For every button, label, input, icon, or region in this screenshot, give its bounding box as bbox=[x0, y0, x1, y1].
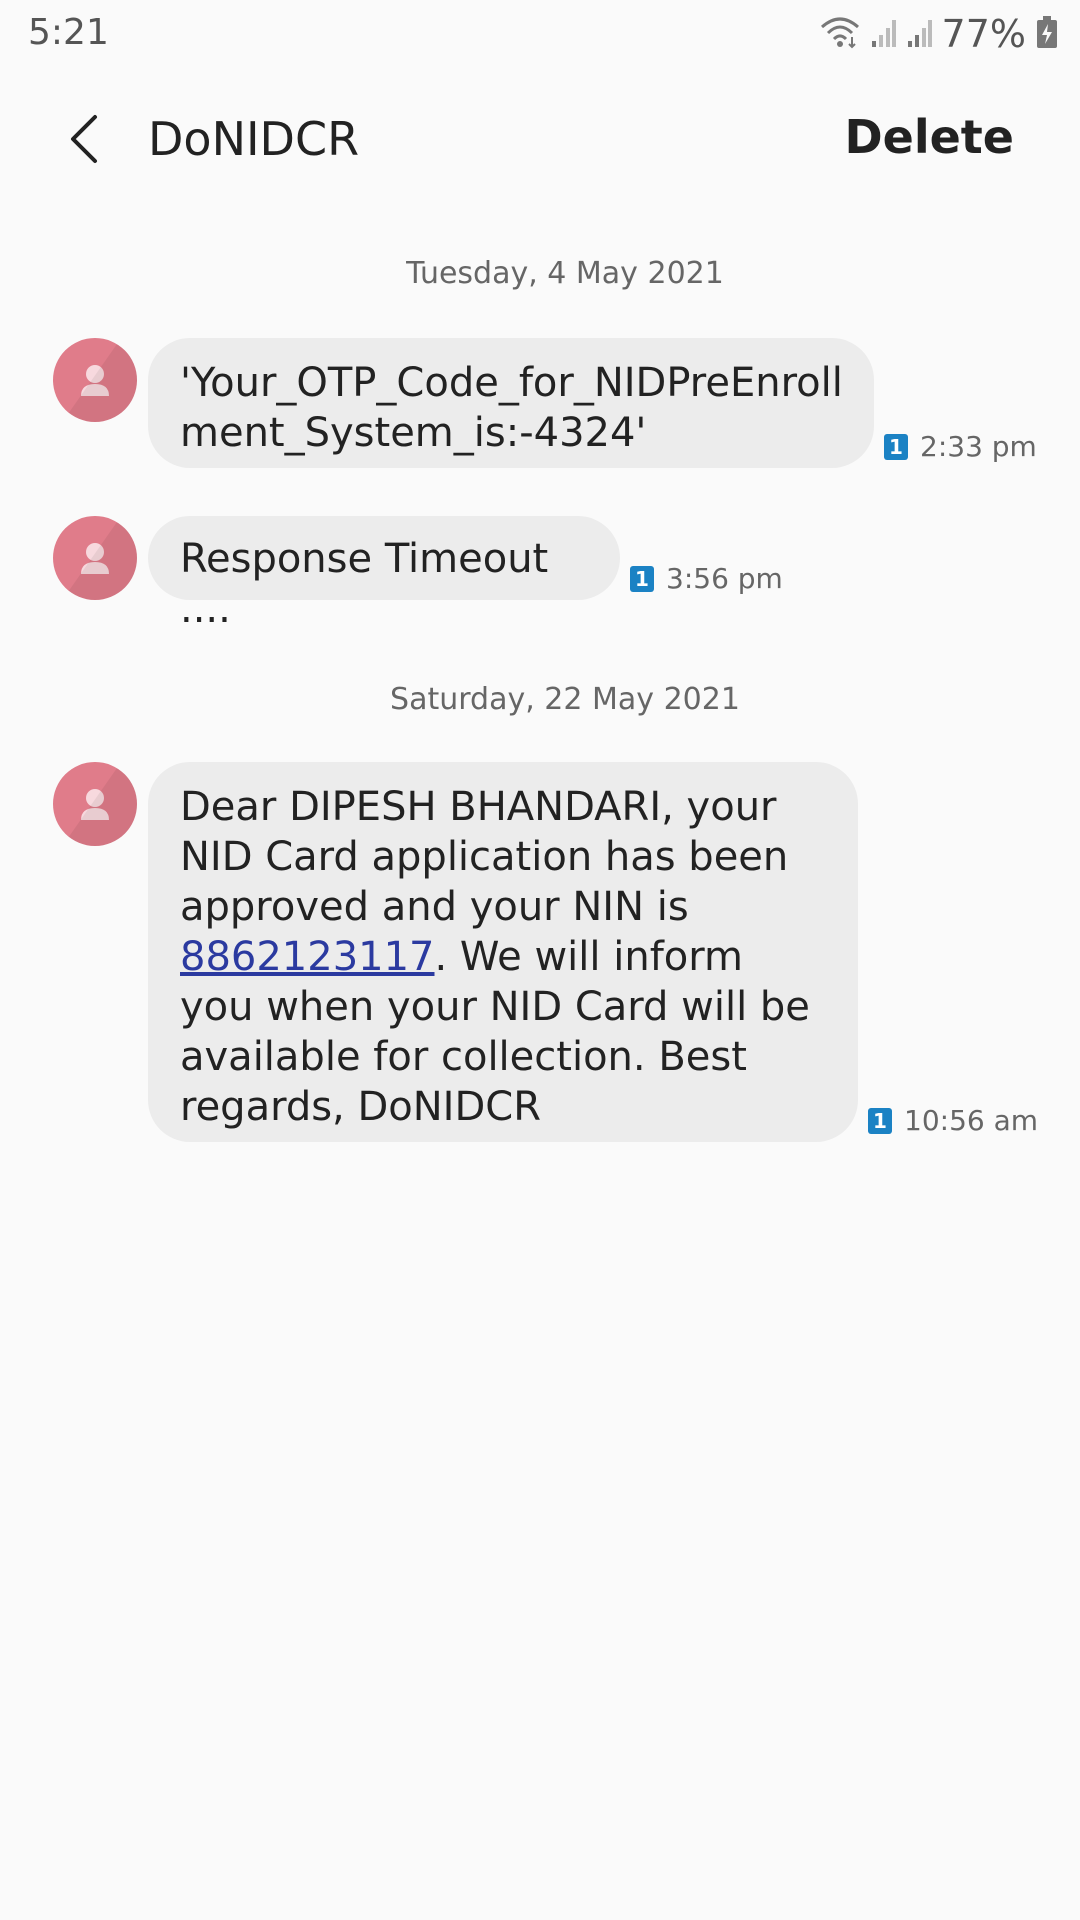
message-text-part: Dear DIPESH BHANDARI, your NID Card appl… bbox=[180, 784, 789, 930]
sender-avatar[interactable] bbox=[53, 762, 137, 846]
sender-avatar[interactable] bbox=[53, 338, 137, 422]
date-separator: Tuesday, 4 May 2021 bbox=[406, 256, 724, 291]
nin-number-link[interactable]: 8862123117 bbox=[180, 934, 435, 980]
sender-avatar[interactable] bbox=[53, 516, 137, 600]
person-icon bbox=[81, 543, 109, 574]
date-separator: Saturday, 22 May 2021 bbox=[390, 682, 740, 717]
person-icon bbox=[81, 365, 109, 396]
person-icon bbox=[81, 789, 109, 820]
app-bar: DoNIDCR Delete bbox=[0, 90, 1080, 190]
status-icons: 77% bbox=[820, 12, 1058, 56]
wifi-icon bbox=[820, 15, 860, 53]
message-bubble[interactable]: 'Your_OTP_Code_for_NIDPreEnroll ment_Sys… bbox=[148, 338, 874, 468]
status-bar: 5:21 77% bbox=[0, 0, 1080, 66]
message-meta: 1 3:56 pm bbox=[630, 562, 783, 595]
message-time: 2:33 pm bbox=[920, 430, 1037, 463]
message-text: 'Your_OTP_Code_for_NIDPreEnroll ment_Sys… bbox=[180, 360, 843, 456]
signal-2-icon bbox=[906, 15, 932, 53]
message-meta: 1 2:33 pm bbox=[884, 430, 1037, 463]
battery-percent: 77% bbox=[941, 12, 1026, 56]
message-time: 3:56 pm bbox=[666, 562, 783, 595]
message-time: 10:56 am bbox=[904, 1104, 1039, 1137]
sim-1-icon: 1 bbox=[884, 433, 908, 460]
back-button[interactable] bbox=[52, 108, 118, 174]
message-text: Response Timeout .... bbox=[180, 536, 561, 632]
message-meta: 1 10:56 am bbox=[868, 1104, 1038, 1137]
back-arrow-icon bbox=[65, 113, 105, 169]
sim-1-icon: 1 bbox=[868, 1107, 892, 1134]
message-text: Dear DIPESH BHANDARI, your NID Card appl… bbox=[180, 784, 810, 1130]
battery-charging-icon bbox=[1036, 15, 1058, 53]
status-time: 5:21 bbox=[28, 12, 109, 53]
delete-button[interactable]: Delete bbox=[844, 110, 1014, 164]
message-bubble[interactable]: Dear DIPESH BHANDARI, your NID Card appl… bbox=[148, 762, 858, 1142]
signal-1-icon bbox=[870, 15, 896, 53]
conversation-title: DoNIDCR bbox=[148, 112, 360, 166]
sim-1-icon: 1 bbox=[630, 565, 654, 592]
message-bubble[interactable]: Response Timeout .... bbox=[148, 516, 620, 632]
